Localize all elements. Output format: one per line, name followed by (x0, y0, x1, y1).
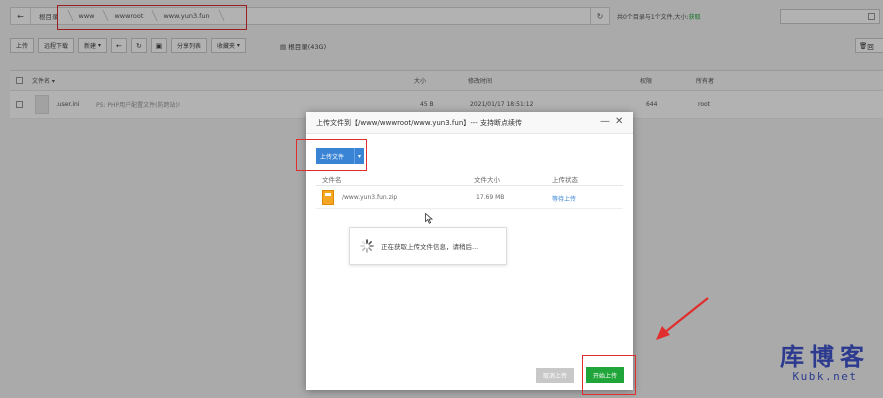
col-filesize: 文件大小 (474, 176, 500, 184)
highlight-upload-button-box (296, 139, 367, 171)
col-status: 上传状态 (552, 176, 578, 184)
loading-text: 正在获取上传文件信息，请稍后... (381, 243, 479, 251)
dialog-title: 上传文件到【/www/wwwroot/www.yun3.fun】--- 支持断点… (306, 112, 633, 134)
list-item: /www.yun3.fun.zip 17.69 MB 等待上传 (316, 187, 623, 209)
zip-file-icon (322, 190, 334, 205)
watermark-logo: 库博客 Kubk.net (770, 344, 880, 383)
upload-status: 等待上传 (552, 196, 577, 203)
upload-file-name: /www.yun3.fun.zip (342, 194, 398, 201)
cancel-upload-button[interactable]: 取消上传 (536, 368, 574, 383)
watermark-cn: 库博客 (780, 343, 870, 371)
minimize-icon[interactable]: — (600, 116, 610, 127)
upload-list-header: 文件名 文件大小 上传状态 (316, 169, 623, 186)
upload-file-size: 17.69 MB (476, 194, 505, 201)
watermark-en: Kubk.net (792, 370, 858, 383)
red-arrow-icon (656, 297, 709, 340)
close-icon[interactable]: ✕ (615, 116, 623, 127)
mouse-pointer-icon (425, 213, 434, 224)
loading-message-box: 正在获取上传文件信息，请稍后... (349, 227, 507, 265)
highlight-start-button-box (582, 355, 636, 395)
loading-spinner-icon (360, 239, 374, 253)
col-filename: 文件名 (322, 176, 342, 184)
